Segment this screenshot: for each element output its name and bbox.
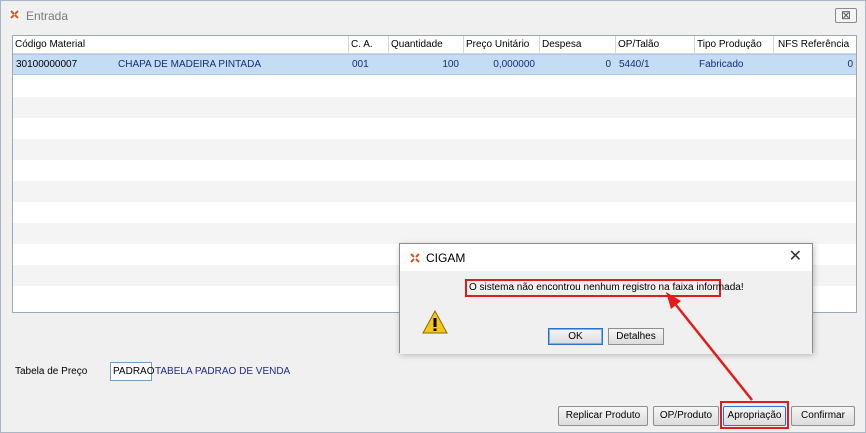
empty-row xyxy=(13,139,856,160)
replicar-produto-button[interactable]: Replicar Produto xyxy=(558,406,648,426)
grid-header: Código Material C. A. Quantidade Preço U… xyxy=(13,36,856,54)
cigam-logo-icon xyxy=(410,253,420,263)
table-row[interactable]: 30100000007 CHAPA DE MADEIRA PINTADA 001… xyxy=(13,54,856,75)
confirmar-button[interactable]: Confirmar xyxy=(791,406,855,426)
dialog-titlebar: CIGAM ✕ xyxy=(400,244,812,271)
confirmar-label: Confirmar xyxy=(801,410,845,421)
empty-row xyxy=(13,160,856,181)
dialog-details-button[interactable]: Detalhes xyxy=(608,328,664,345)
dialog-close-icon[interactable]: ✕ xyxy=(789,249,802,265)
empty-row xyxy=(13,181,856,202)
dialog-message: O sistema não encontrou nenhum registro … xyxy=(465,279,744,297)
op-produto-label: OP/Produto xyxy=(659,410,713,421)
cell-descricao: CHAPA DE MADEIRA PINTADA xyxy=(118,59,261,70)
col-header-preco[interactable]: Preço Unitário xyxy=(464,36,540,54)
apropriacao-highlight xyxy=(720,401,789,429)
col-header-nfs[interactable]: NFS Referência xyxy=(774,36,856,54)
cell-preco: 0,000000 xyxy=(493,59,535,70)
col-header-op[interactable]: OP/Talão xyxy=(616,36,695,54)
empty-row xyxy=(13,223,856,244)
cell-codigo: 30100000007 xyxy=(16,59,78,70)
cell-tipo: Fabricado xyxy=(699,59,744,70)
col-header-codigo[interactable]: Código Material xyxy=(13,36,349,54)
col-header-quantidade[interactable]: Quantidade xyxy=(389,36,464,54)
col-header-despesa[interactable]: Despesa xyxy=(540,36,616,54)
entrada-window: Entrada ⊠ Código Material C. A. Quantida… xyxy=(0,0,866,433)
cell-op: 5440/1 xyxy=(619,59,650,70)
empty-row xyxy=(13,202,856,223)
cigam-message-dialog: CIGAM ✕ O sistema não encontrou nenhum r… xyxy=(399,243,813,354)
cell-despesa: 0 xyxy=(605,59,611,70)
cell-ca: 001 xyxy=(352,59,369,70)
dialog-title: CIGAM xyxy=(426,251,466,265)
replicar-produto-label: Replicar Produto xyxy=(565,410,641,421)
empty-row xyxy=(13,97,856,118)
price-table-code-input[interactable]: PADRAO xyxy=(110,362,155,381)
cell-nfs: 0 xyxy=(847,59,853,70)
window-titlebar: Entrada ⊠ xyxy=(1,1,865,28)
col-header-ca[interactable]: C. A. xyxy=(349,36,389,54)
cigam-logo-icon xyxy=(9,9,20,20)
dialog-ok-button[interactable]: OK xyxy=(548,328,603,345)
cell-quantidade: 100 xyxy=(442,59,459,70)
warning-icon xyxy=(422,310,448,334)
empty-row xyxy=(13,76,856,97)
price-table-description: TABELA PADRAO DE VENDA xyxy=(155,366,291,377)
price-table-label: Tabela de Preço xyxy=(15,366,88,377)
window-close-button[interactable]: ⊠ xyxy=(835,8,857,23)
empty-row xyxy=(13,118,856,139)
op-produto-button[interactable]: OP/Produto xyxy=(653,406,719,426)
window-title: Entrada xyxy=(26,9,69,23)
col-header-tipo[interactable]: Tipo Produção xyxy=(695,36,774,54)
